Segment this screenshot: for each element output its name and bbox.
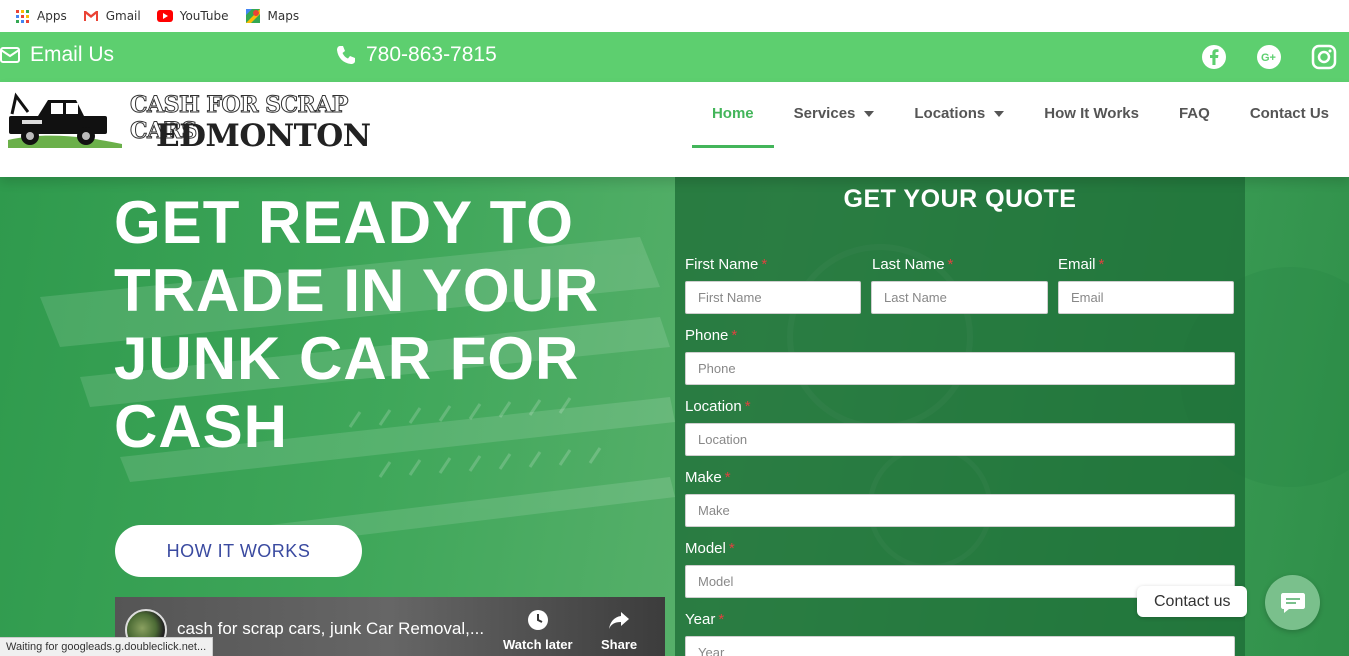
email-label: Email *	[1058, 256, 1105, 273]
phone-number: 780-863-7815	[366, 43, 497, 66]
bookmark-maps[interactable]: Maps	[245, 8, 300, 24]
caret-down-icon	[864, 110, 875, 117]
nav-label: FAQ	[1178, 105, 1210, 122]
required-mark: *	[1098, 256, 1105, 273]
logo-line2: EDMONTON	[156, 118, 371, 154]
phone-link[interactable]: 780-863-7815	[336, 43, 497, 67]
video-title[interactable]: cash for scrap cars, junk Car Removal,..…	[177, 619, 484, 639]
bookmark-apps[interactable]: Apps	[14, 8, 67, 24]
gmail-icon	[83, 8, 99, 24]
main-nav: Home Services Locations How It Works FAQ…	[691, 82, 1349, 148]
svg-text:G+: G+	[1261, 52, 1276, 64]
nav-item-how-it-works[interactable]: How It Works	[1024, 105, 1159, 128]
youtube-icon	[156, 8, 173, 24]
envelope-icon	[0, 47, 20, 63]
chat-icon	[1280, 592, 1305, 613]
required-mark: *	[761, 256, 768, 273]
hero-heading: GET READY TO TRADE IN YOUR JUNK CAR FOR …	[114, 189, 600, 460]
email-us-label: Email Us	[30, 43, 115, 66]
last-name-input[interactable]	[871, 281, 1048, 314]
nav-item-services[interactable]: Services	[774, 105, 895, 128]
bookmark-label: Gmail	[105, 9, 141, 23]
bookmark-label: Maps	[267, 9, 300, 23]
required-mark: *	[728, 540, 735, 557]
nav-label: Services	[793, 105, 856, 122]
email-input[interactable]	[1058, 281, 1234, 314]
google-plus-icon[interactable]: G+	[1256, 44, 1282, 70]
how-it-works-button[interactable]: HOW IT WORKS	[115, 525, 362, 577]
bookmark-label: YouTube	[179, 9, 229, 23]
browser-status-bar: Waiting for googleads.g.doubleclick.net.…	[0, 637, 214, 656]
nav-item-faq[interactable]: FAQ	[1159, 105, 1230, 128]
quote-form: GET YOUR QUOTE First Name* Last Name* Em…	[675, 177, 1245, 656]
instagram-icon[interactable]	[1311, 44, 1337, 70]
nav-item-home[interactable]: Home	[691, 105, 774, 148]
nav-label: Home	[711, 105, 754, 122]
location-label: Location *	[685, 398, 751, 415]
first-name-label: First Name *	[685, 256, 768, 273]
contact-top-bar: Email Us 780-863-7815 G+	[0, 32, 1349, 82]
share-button[interactable]: Share	[601, 609, 637, 652]
required-mark: *	[731, 327, 738, 344]
email-us-link[interactable]: Email Us	[0, 43, 114, 67]
bookmarks-bar: Apps Gmail YouTube Maps	[0, 0, 1349, 32]
phone-label: Phone *	[685, 327, 738, 344]
bookmark-label: Apps	[37, 9, 67, 23]
phone-input[interactable]	[685, 352, 1235, 385]
hero-section: GET READY TO TRADE IN YOUR JUNK CAR FOR …	[0, 177, 1349, 656]
nav-item-contact-us[interactable]: Contact Us	[1230, 105, 1349, 128]
last-name-label: Last Name *	[872, 256, 954, 273]
facebook-icon[interactable]	[1201, 44, 1227, 70]
tow-truck-icon	[8, 92, 122, 148]
required-mark: *	[744, 398, 751, 415]
watch-later-button[interactable]: Watch later	[503, 609, 573, 652]
maps-icon	[245, 8, 261, 24]
nav-item-locations[interactable]: Locations	[894, 105, 1024, 128]
bookmark-youtube[interactable]: YouTube	[156, 8, 229, 24]
share-label: Share	[601, 637, 638, 652]
quote-form-title: GET YOUR QUOTE	[843, 185, 1077, 213]
nav-label: Locations	[914, 105, 986, 122]
clock-icon	[527, 610, 548, 630]
phone-icon	[337, 46, 355, 64]
share-arrow-icon	[609, 612, 630, 629]
nav-label: How It Works	[1044, 105, 1139, 122]
required-mark: *	[947, 256, 954, 273]
model-label: Model *	[685, 540, 735, 557]
first-name-input[interactable]	[685, 281, 861, 314]
site-logo[interactable]: CASH FOR SCRAP CARS EDMONTON	[4, 88, 374, 154]
required-mark: *	[724, 469, 731, 486]
site-header: CASH FOR SCRAP CARS EDMONTON Home Servic…	[0, 82, 1349, 177]
watch-later-label: Watch later	[503, 637, 573, 652]
caret-down-icon	[994, 110, 1005, 117]
year-input[interactable]	[685, 636, 1235, 656]
bookmark-gmail[interactable]: Gmail	[83, 8, 141, 24]
year-label: Year *	[685, 611, 725, 628]
required-mark: *	[718, 611, 725, 628]
nav-label: Contact Us	[1249, 105, 1329, 122]
apps-grid-icon	[14, 8, 30, 24]
make-label: Make *	[685, 469, 731, 486]
make-input[interactable]	[685, 494, 1235, 527]
contact-us-tooltip[interactable]: Contact us	[1137, 586, 1248, 617]
contact-us-button[interactable]	[1265, 575, 1320, 630]
location-input[interactable]	[685, 423, 1235, 456]
